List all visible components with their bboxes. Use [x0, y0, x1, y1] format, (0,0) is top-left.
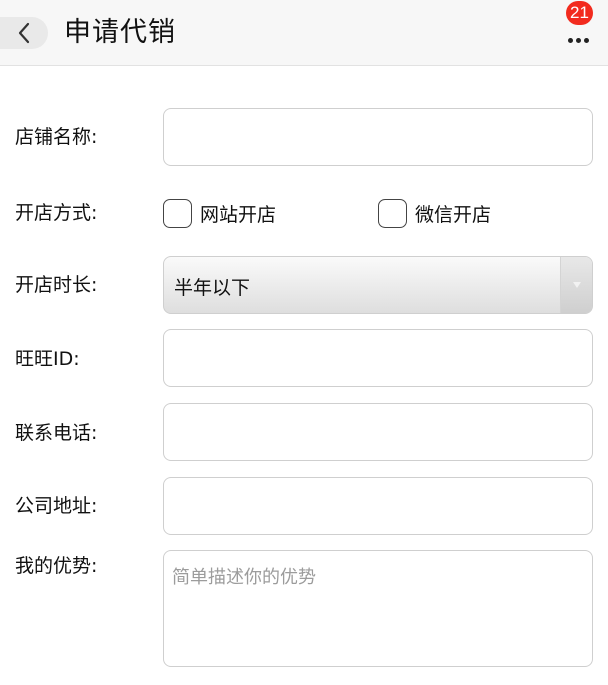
header-bar: 申请代销 21: [0, 0, 608, 66]
option-website-shop[interactable]: 网站开店: [163, 198, 276, 228]
wechat-shop-label: 微信开店: [415, 203, 492, 226]
duration-select[interactable]: 半年以下: [163, 256, 593, 314]
more-dots-icon: [568, 38, 589, 43]
dropdown-arrow-icon[interactable]: [560, 257, 592, 313]
shop-name-label: 店铺名称:: [15, 126, 98, 148]
duration-selected-value: 半年以下: [174, 277, 251, 299]
wechat-shop-checkbox[interactable]: [378, 198, 407, 228]
phone-label: 联系电话:: [15, 422, 98, 444]
phone-input[interactable]: [163, 403, 593, 461]
advantage-label: 我的优势:: [15, 555, 98, 577]
website-shop-checkbox[interactable]: [163, 198, 192, 228]
open-method-label: 开店方式:: [15, 202, 98, 224]
chevron-left-icon: [18, 22, 30, 44]
website-shop-label: 网站开店: [200, 203, 277, 226]
shop-name-input[interactable]: [163, 108, 593, 166]
option-wechat-shop[interactable]: 微信开店: [378, 198, 491, 228]
address-label: 公司地址:: [15, 495, 98, 517]
duration-label: 开店时长:: [15, 274, 98, 296]
back-button[interactable]: [0, 17, 48, 49]
page-title: 申请代销: [64, 17, 176, 48]
triangle-down-icon: [572, 282, 581, 288]
wangwang-label: 旺旺ID:: [15, 348, 80, 370]
wangwang-input[interactable]: [163, 329, 593, 387]
address-input[interactable]: [163, 477, 593, 535]
notification-badge: 21: [566, 1, 593, 25]
advantage-textarea[interactable]: [163, 550, 593, 667]
